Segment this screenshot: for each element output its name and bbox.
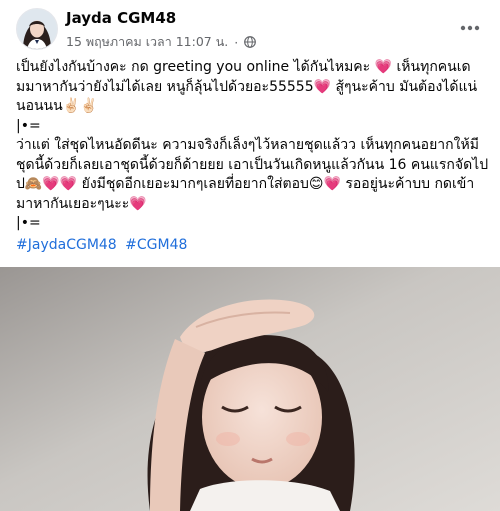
photo-image: [0, 267, 500, 511]
hashtags: #JaydaCGM48 #CGM48: [16, 236, 488, 256]
avatar-image: [17, 9, 57, 49]
post-text-line: เป็นยังไงกันบ้างคะ กด greeting you onlin…: [16, 59, 471, 75]
post-text-line: ว่าแต่ ใส่ชุดไหนอัดดีนะ ความจริงก็เล็งๆไ…: [16, 137, 479, 153]
author-name[interactable]: Jayda CGM48: [66, 9, 176, 27]
post-text-line: นอนนน✌🏻✌🏻: [16, 98, 98, 114]
post-text-line: ป🙈💗💗 ยังมีชุดอีกเยอะมากๆเลยที่อยากใส่ตอบ…: [16, 176, 475, 192]
post-text-line: มมาหากันว่ายังไม่ได้เลย หนูก็ลุ้นไปด้วยอ…: [16, 78, 478, 95]
post-photo[interactable]: [0, 267, 500, 511]
post-text-line: มาหากันเยอะๆนะะ💗: [16, 195, 147, 212]
post-text-line: |•=: [16, 117, 41, 134]
globe-icon: [244, 36, 257, 48]
hashtag-link[interactable]: #JaydaCGM48: [16, 237, 117, 253]
post-header: Jayda CGM48 15 พฤษภาคม เวลา 11:07 น. ·: [0, 0, 500, 56]
more-options-button[interactable]: [454, 12, 486, 44]
post-text-line: |•=: [16, 215, 41, 231]
meta-separator: ·: [234, 34, 239, 50]
post-timestamp[interactable]: 15 พฤษภาคม เวลา 11:07 น.: [66, 32, 228, 52]
more-horizontal-icon: [460, 25, 480, 31]
avatar[interactable]: [16, 8, 58, 50]
post-meta: 15 พฤษภาคม เวลา 11:07 น. ·: [66, 32, 257, 52]
post-text: เป็นยังไงกันบ้างคะ กด greeting you onlin…: [16, 58, 488, 255]
hashtag-link[interactable]: #CGM48: [125, 237, 187, 253]
post-text-line: ชุดนี้ด้วยก็เลยเอาชุดนี้ด้วยก็ด้ายยย เอา…: [16, 156, 489, 173]
facebook-post: Jayda CGM48 15 พฤษภาคม เวลา 11:07 น. · เ…: [0, 0, 500, 511]
